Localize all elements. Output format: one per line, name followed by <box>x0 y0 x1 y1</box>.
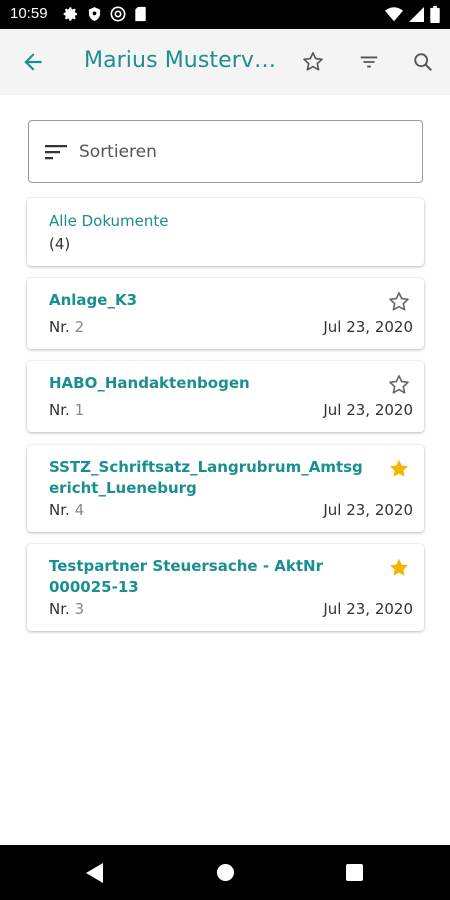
document-date: Jul 23, 2020 <box>323 600 413 618</box>
sort-label: Sortieren <box>79 142 157 162</box>
search-icon[interactable] <box>409 48 437 76</box>
battery-icon <box>430 6 440 23</box>
sort-button[interactable]: Sortieren <box>28 120 423 183</box>
settings-icon <box>63 6 79 22</box>
document-number: Nr. 1 <box>49 401 85 419</box>
sd-card-icon <box>134 6 147 22</box>
document-item[interactable]: HABO_Handaktenbogen Nr. 1 Jul 23, 2020 <box>27 361 424 432</box>
document-date: Jul 23, 2020 <box>323 318 413 336</box>
star-outline-icon[interactable] <box>387 290 411 314</box>
document-item[interactable]: Anlage_K3 Nr. 2 Jul 23, 2020 <box>27 278 424 349</box>
document-name: Anlage_K3 <box>49 291 138 309</box>
document-item[interactable]: Testpartner Steuersache - AktNr 000025-1… <box>27 544 424 631</box>
at-icon <box>110 6 126 22</box>
document-list-content: Sortieren Alle Dokumente (4) Anlage_K3 N… <box>0 95 450 845</box>
star-filled-icon[interactable] <box>387 457 411 481</box>
page-title: Marius Musterv… <box>84 48 277 73</box>
document-name: HABO_Handaktenbogen <box>49 374 250 392</box>
status-bar: 10:59 <box>0 0 450 29</box>
document-name: Testpartner Steuersache - AktNr 000025-1… <box>49 557 323 596</box>
recents-square-icon[interactable] <box>346 864 363 885</box>
home-circle-icon[interactable] <box>216 863 235 886</box>
all-documents-count: (4) <box>49 235 71 253</box>
star-outline-icon[interactable] <box>387 373 411 397</box>
document-number: Nr. 2 <box>49 318 85 336</box>
system-navigation-bar <box>0 845 450 900</box>
document-name: SSTZ_Schriftsatz_Langrubrum_Amtsgericht_… <box>49 458 363 497</box>
star-filled-icon[interactable] <box>387 556 411 580</box>
star-outline-icon[interactable] <box>299 48 327 76</box>
back-triangle-icon[interactable] <box>86 863 104 887</box>
cell-signal-icon <box>409 7 424 22</box>
shield-icon <box>87 6 102 22</box>
document-date: Jul 23, 2020 <box>323 501 413 519</box>
document-number: Nr. 3 <box>49 600 85 618</box>
document-item[interactable]: SSTZ_Schriftsatz_Langrubrum_Amtsgericht_… <box>27 445 424 532</box>
filter-icon[interactable] <box>355 48 383 76</box>
all-documents-label: Alle Dokumente <box>49 212 169 230</box>
back-arrow-icon[interactable] <box>20 49 46 75</box>
document-number: Nr. 4 <box>49 501 85 519</box>
wifi-icon <box>385 7 403 22</box>
all-documents-card[interactable]: Alle Dokumente (4) <box>27 198 424 266</box>
document-date: Jul 23, 2020 <box>323 401 413 419</box>
sort-icon <box>45 143 67 165</box>
status-time: 10:59 <box>10 5 48 22</box>
app-bar: Marius Musterv… <box>0 29 450 95</box>
